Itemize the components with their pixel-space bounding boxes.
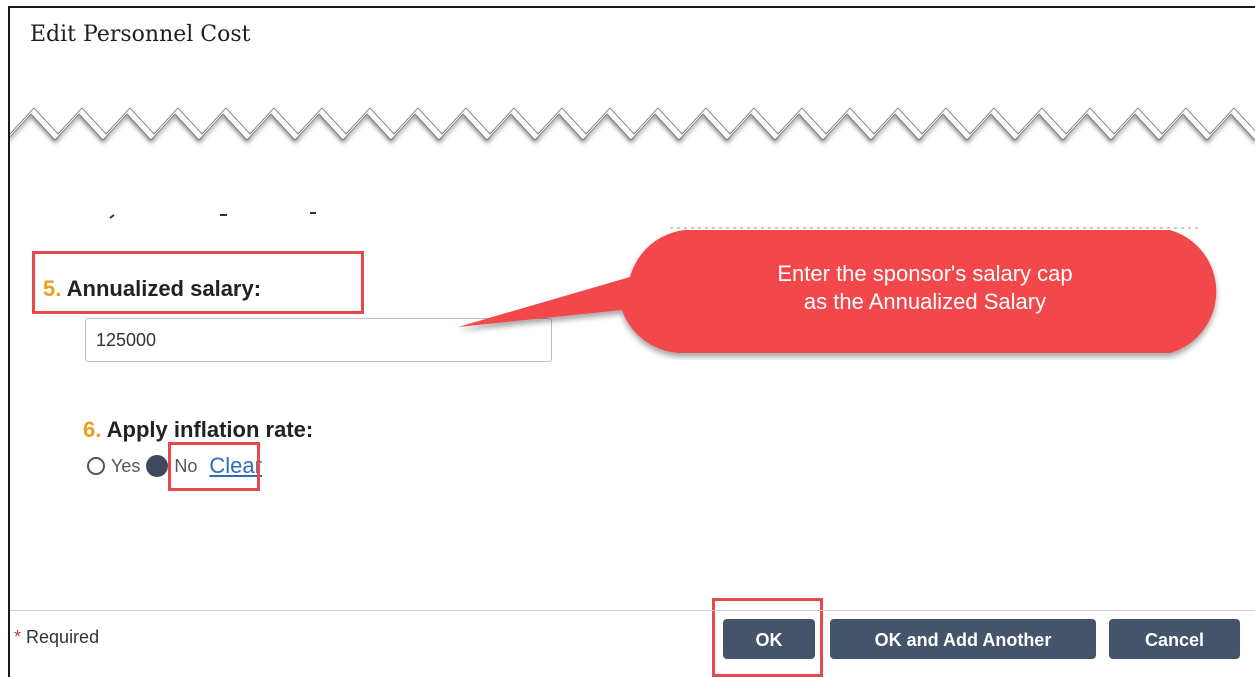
radio-yes-label[interactable]: Yes bbox=[111, 456, 140, 477]
cancel-button[interactable]: Cancel bbox=[1109, 619, 1240, 659]
annualized-salary-label: 5. Annualized salary: bbox=[43, 276, 261, 302]
question-number: 6. bbox=[83, 417, 102, 442]
required-text: Required bbox=[26, 627, 100, 647]
callout-text: Enter the sponsor's salary cap as the An… bbox=[625, 260, 1225, 316]
radio-no[interactable] bbox=[146, 455, 169, 477]
ok-and-add-another-button[interactable]: OK and Add Another bbox=[830, 619, 1096, 659]
required-note: * Required bbox=[14, 627, 99, 648]
question-text: Apply inflation rate: bbox=[106, 417, 314, 442]
callout-line-2: as the Annualized Salary bbox=[803, 289, 1047, 314]
inflation-radio-group: Yes No Clear bbox=[87, 451, 262, 481]
footer-divider bbox=[10, 610, 1255, 611]
question-text: Annualized salary: bbox=[66, 276, 262, 301]
radio-yes[interactable] bbox=[87, 457, 105, 475]
torn-edge-divider bbox=[10, 107, 1255, 141]
inflation-rate-label: 6. Apply inflation rate: bbox=[83, 417, 313, 443]
required-star: * bbox=[14, 627, 22, 647]
radio-no-label[interactable]: No bbox=[174, 456, 197, 477]
ok-button[interactable]: OK bbox=[723, 619, 815, 659]
dialog-title: Edit Personnel Cost bbox=[30, 22, 251, 47]
callout-line-1: Enter the sponsor's salary cap bbox=[777, 261, 1073, 286]
question-number: 5. bbox=[43, 276, 62, 301]
clear-link[interactable]: Clear bbox=[209, 453, 262, 479]
